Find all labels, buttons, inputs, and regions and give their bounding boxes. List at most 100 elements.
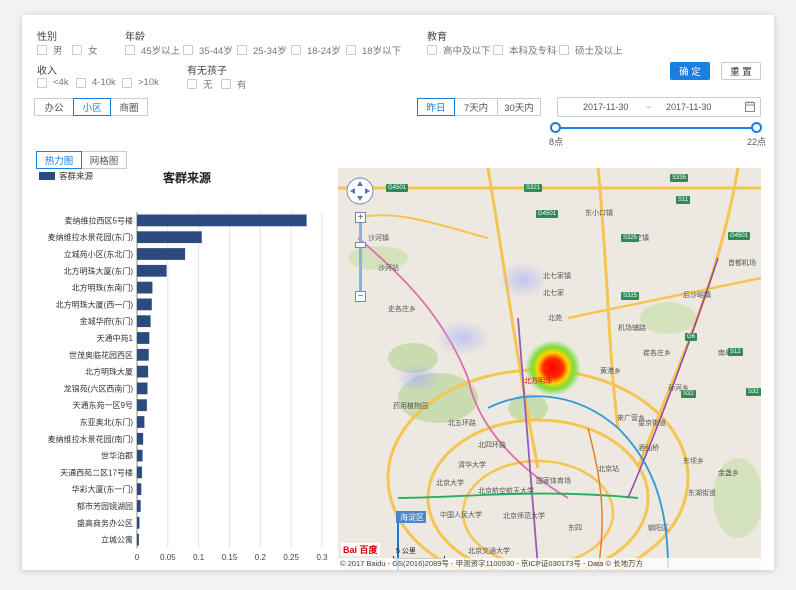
map-label: 北京大学 [436, 480, 464, 487]
gender-female-checkbox[interactable]: 女 [72, 43, 98, 57]
time-range-tabs: 昨日 7天内 30天内 [417, 98, 541, 116]
age-under18-checkbox[interactable]: 18岁以下 [346, 43, 401, 57]
road-shield: S335 [670, 174, 689, 182]
income-4-10k-checkbox[interactable]: 4-10k [76, 77, 116, 88]
bar[interactable] [137, 214, 307, 227]
bar[interactable] [137, 466, 142, 479]
hour-slider-start-handle[interactable] [550, 122, 561, 133]
map-label: 东小口镇 [585, 210, 613, 217]
map-label: 机场辅路 [618, 325, 646, 332]
bar[interactable] [137, 315, 151, 328]
edu-bachelor-checkbox[interactable]: 本科及专科 [493, 43, 557, 57]
y-category-label: 金城华府(东门) [80, 316, 134, 326]
y-category-label: 东亚奥北(东门) [80, 417, 134, 427]
legend-label: 客群来源 [59, 171, 94, 181]
hour-slider-track[interactable] [554, 127, 756, 129]
road-shield: G4501 [536, 210, 559, 218]
hour-slider-end-handle[interactable] [751, 122, 762, 133]
bar[interactable] [137, 533, 139, 546]
age-45plus-checkbox[interactable]: 45岁以上 [125, 43, 180, 57]
date-separator: ~ [646, 102, 652, 112]
y-category-label: 北方明珠(东南门) [72, 283, 134, 293]
bar[interactable] [137, 500, 141, 512]
bar[interactable] [137, 348, 149, 361]
y-category-label: 华彩大厦(东一门) [72, 484, 134, 494]
bar-chart: 客群来源 客群来源 麦纳维拉西区5号楼麦纳维拉水景花园(东门) 立城苑小区(东北门… [39, 170, 328, 562]
age-25-34-checkbox[interactable]: 25-34岁 [237, 43, 287, 57]
children-yes-checkbox[interactable]: 有 [221, 77, 247, 91]
road-shield: S12 [728, 348, 743, 356]
tab-heatmap[interactable]: 热力图 [36, 151, 82, 169]
age-35-44-checkbox[interactable]: 35-44岁 [183, 43, 233, 57]
end-date: 2017-11-30 [666, 102, 712, 112]
tab-residential[interactable]: 小区 [73, 98, 111, 116]
children-label: 有无孩子 [187, 66, 227, 77]
confirm-button[interactable]: 确 定 [670, 62, 710, 80]
zoom-out-icon[interactable]: − [355, 291, 366, 302]
tab-30days[interactable]: 30天内 [497, 98, 541, 116]
bar[interactable] [137, 516, 140, 529]
map-label: 朝阳区 [648, 525, 669, 532]
bar[interactable] [137, 231, 202, 244]
y-category-label: 北方明珠大厦(西一门) [56, 299, 134, 309]
tab-yesterday[interactable]: 昨日 [417, 98, 455, 116]
income-lt4k-checkbox[interactable]: <4k [37, 77, 69, 88]
gender-label: 性别 [37, 32, 57, 43]
bar[interactable] [137, 264, 167, 277]
calendar-icon[interactable] [745, 101, 755, 114]
children-no-checkbox[interactable]: 无 [187, 77, 213, 91]
map-label: 北京交通大学 [468, 548, 510, 555]
tab-business-district[interactable]: 商圈 [110, 98, 148, 116]
bar[interactable] [137, 382, 148, 395]
map-label: 沙河站 [378, 265, 399, 272]
bar[interactable] [137, 281, 153, 294]
bar[interactable] [137, 332, 150, 344]
pan-icon[interactable] [346, 177, 374, 205]
district-label: 海淀区 [400, 512, 424, 522]
map-label: 北京师范大学 [503, 513, 545, 520]
map-label: 望京街道 [638, 420, 666, 427]
zoom-in-icon[interactable]: + [355, 212, 366, 223]
bar[interactable] [137, 248, 186, 260]
bar[interactable] [137, 399, 147, 412]
bar[interactable] [137, 432, 144, 445]
y-category-label: 天通东苑一区9号 [73, 400, 133, 410]
date-range-picker[interactable]: 2017-11-30 ~ 2017-11-30 [557, 97, 761, 117]
bar[interactable] [137, 365, 149, 378]
income-gt10k-checkbox[interactable]: >10k [122, 77, 159, 88]
bar[interactable] [137, 416, 145, 428]
education-label: 教育 [427, 32, 447, 43]
map-label: 北五环路 [448, 420, 476, 427]
map-copyright: © 2017 Baidu - GS(2016)2089号 - 甲测资字11009… [338, 558, 761, 570]
source-chart: 客群来源 客群来源 麦纳维拉西区5号楼 麦纳维拉水景花园(东门) 立城苑小区(东北门… [22, 165, 338, 570]
y-category-label: 立城公寓 [101, 535, 133, 545]
gender-male-checkbox[interactable]: 男 [37, 43, 63, 57]
map-nav-control[interactable] [346, 177, 374, 208]
map-label: 北京航空航天大学 [478, 488, 534, 495]
zoom-slider-handle[interactable] [355, 242, 366, 248]
age-18-24-checkbox[interactable]: 18-24岁 [291, 43, 341, 57]
map-label: 北七家镇 [543, 273, 571, 280]
map-label: 北七家 [543, 290, 564, 297]
zoom-slider-track[interactable] [359, 223, 362, 291]
y-category-label: 郁市芳园镜湖园 [77, 501, 133, 511]
reset-button[interactable]: 重 置 [721, 62, 761, 80]
baidu-map[interactable]: 海淀区 + − 沙河镇 沙河站 史各庄乡 北七家镇 东小口镇 北方明珠 黄港乡 … [338, 168, 761, 570]
edu-master-checkbox[interactable]: 硕士及以上 [559, 43, 623, 57]
map-label: 金盏乡 [718, 470, 739, 477]
map-label: 东湖街道 [688, 490, 716, 497]
map-label: 史各庄乡 [388, 306, 416, 313]
road-shield: S32 [746, 388, 761, 396]
tab-7days[interactable]: 7天内 [454, 98, 498, 116]
bar[interactable] [137, 449, 143, 462]
y-category-label: 盛高商务办公区 [77, 518, 133, 528]
tab-office[interactable]: 办公 [34, 98, 74, 116]
bar[interactable] [137, 298, 152, 311]
y-category-label: 龙锦苑(六区西南门) [64, 383, 134, 393]
edu-highschool-checkbox[interactable]: 高中及以下 [427, 43, 491, 57]
hour-slider-min-label: 8点 [549, 137, 564, 147]
bar[interactable] [137, 483, 142, 496]
y-category-label: 天通西苑二区17号楼 [60, 467, 133, 477]
y-category-label: 麦纳维拉西区5号楼 [65, 215, 133, 225]
map-zoom-control[interactable]: + − [355, 212, 366, 302]
